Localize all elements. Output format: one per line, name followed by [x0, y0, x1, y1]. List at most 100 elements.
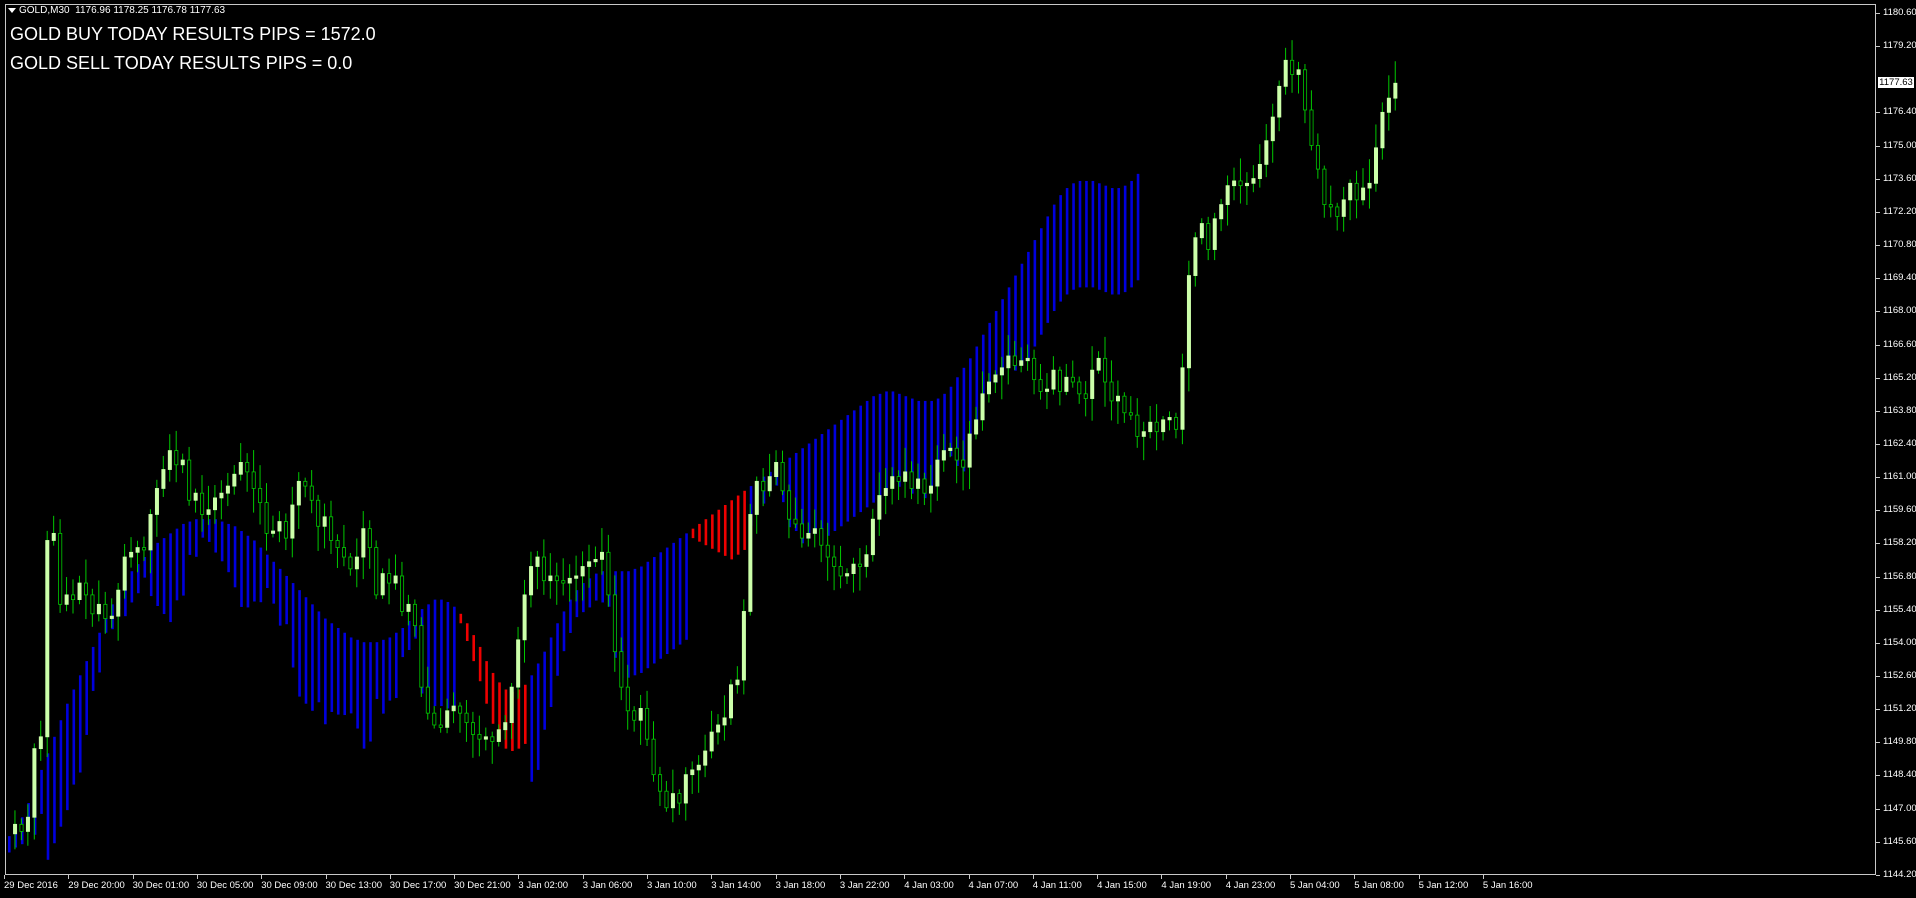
candle-body	[600, 551, 605, 560]
candle-body	[393, 575, 398, 584]
time-tick-mark	[1354, 875, 1356, 879]
time-tick-mark	[325, 875, 327, 879]
candle-body	[1283, 59, 1288, 87]
candle-body	[567, 577, 572, 584]
dropdown-triangle-icon[interactable]	[8, 7, 16, 13]
price-tick-mark	[1876, 13, 1880, 14]
band-bar	[291, 583, 295, 668]
candle-body	[25, 816, 30, 832]
time-tick-mark	[904, 875, 906, 879]
band-bar	[717, 509, 721, 553]
time-tick-label: 3 Jan 10:00	[647, 880, 697, 891]
price-tick-label: 1180.60	[1883, 7, 1916, 18]
time-tick-label: 4 Jan 19:00	[1161, 880, 1212, 891]
time-tick-label: 3 Jan 22:00	[839, 880, 890, 891]
candle-body	[522, 594, 527, 641]
candle-body	[374, 547, 379, 596]
band-bar	[169, 533, 172, 623]
candle-body	[13, 823, 18, 835]
candle-body	[1186, 275, 1191, 369]
candle-body	[683, 774, 688, 804]
candle-body	[1245, 182, 1250, 187]
candle-body	[1361, 187, 1366, 201]
time-tick-mark	[68, 875, 70, 879]
candle-body	[1161, 419, 1166, 433]
price-tick-label: 1173.60	[1883, 172, 1916, 184]
band-bar	[846, 415, 850, 522]
price-tick-mark	[1876, 477, 1880, 479]
price-tick-mark	[1876, 609, 1880, 611]
candle-body	[999, 367, 1004, 376]
price-tick-mark	[1876, 46, 1880, 48]
candle-body	[664, 790, 669, 809]
band-bar	[665, 547, 669, 655]
candle-body	[1090, 369, 1095, 399]
price-tick-label: 1156.80	[1883, 570, 1916, 582]
candle-body	[690, 769, 695, 776]
candle-body	[225, 485, 230, 494]
price-tick-label: 1165.20	[1883, 371, 1916, 383]
candle-body	[658, 774, 663, 792]
band-bar	[220, 521, 224, 562]
time-tick-mark	[647, 875, 648, 879]
band-bar	[1052, 204, 1056, 312]
price-tick-label: 1176.40	[1883, 106, 1916, 118]
candle-body	[464, 712, 469, 724]
band-bar	[1104, 185, 1108, 293]
candle-body	[1309, 109, 1314, 146]
candle-body	[1374, 147, 1379, 184]
candle-body	[180, 459, 185, 466]
band-bar	[530, 675, 534, 782]
band-bar	[195, 519, 198, 557]
price-tick-mark	[1876, 344, 1880, 346]
band-bar	[1098, 183, 1101, 290]
candle-body	[77, 582, 82, 601]
candle-body	[1199, 223, 1204, 239]
candle-body	[909, 471, 914, 489]
candle-body	[754, 480, 759, 515]
candle-body	[322, 516, 327, 527]
candle-body	[432, 712, 437, 726]
band-bar	[246, 535, 250, 608]
candle-body	[645, 708, 650, 740]
candle-body	[451, 705, 456, 712]
price-tick-mark	[1876, 808, 1880, 810]
time-tick-label: 3 Jan 18:00	[775, 880, 826, 891]
candle-body	[90, 594, 95, 615]
band-bar	[562, 611, 566, 652]
price-chart[interactable]	[0, 0, 1916, 898]
candle-body	[187, 459, 192, 501]
candle-body	[135, 547, 140, 553]
candle-body	[896, 476, 901, 482]
candle-body	[793, 518, 798, 525]
price-tick-label: 1179.20	[1883, 40, 1916, 52]
candle-body	[503, 722, 508, 731]
price-tick-label: 1152.60	[1883, 670, 1916, 681]
band-bar	[1130, 180, 1133, 288]
band-bar	[440, 599, 443, 707]
price-tick-label: 1172.20	[1883, 205, 1916, 217]
band-bar	[175, 528, 179, 601]
band-bar	[1027, 251, 1030, 359]
candle-body	[677, 793, 682, 804]
band-bar	[311, 604, 314, 711]
price-tick-label: 1155.40	[1883, 603, 1916, 615]
price-tick-mark	[1876, 410, 1880, 412]
candle-body	[1290, 59, 1295, 75]
price-tick-mark	[1876, 775, 1880, 777]
candle-body	[774, 462, 779, 478]
price-tick-mark	[1876, 443, 1880, 445]
band-bar	[227, 523, 230, 573]
candle-body	[148, 514, 153, 551]
band-bar	[485, 661, 488, 704]
candle-body	[1032, 357, 1037, 381]
band-bar	[1065, 188, 1069, 295]
band-bar	[1033, 240, 1037, 347]
candle-body	[458, 705, 463, 714]
band-bar	[304, 597, 308, 704]
price-tick-label: 1161.00	[1883, 471, 1916, 483]
candle-body	[1225, 185, 1230, 205]
candle-body	[303, 480, 308, 487]
candle-body	[406, 603, 411, 612]
candle-body	[509, 686, 514, 724]
